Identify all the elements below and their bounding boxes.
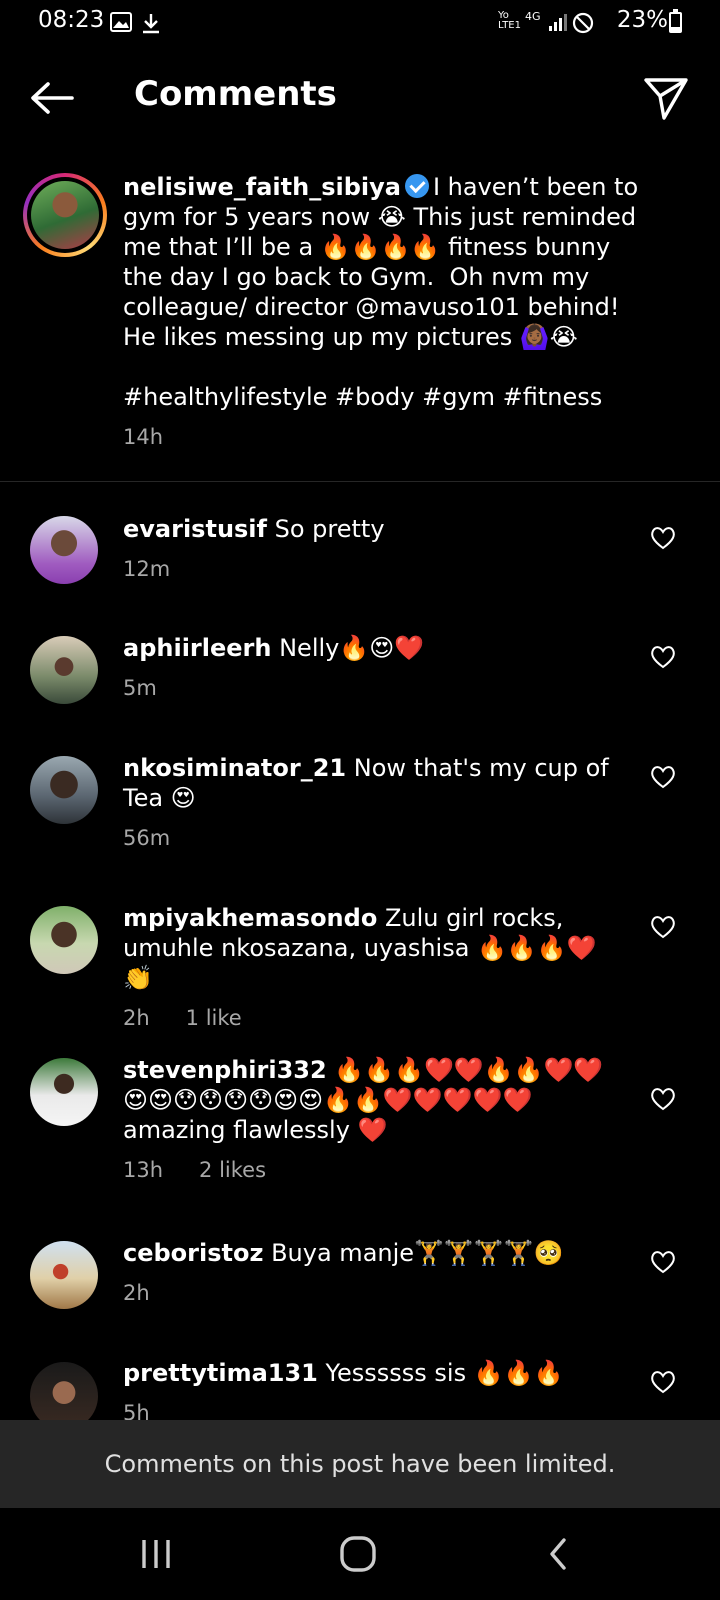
like-heart-icon[interactable]	[650, 1250, 676, 1274]
comment-likes[interactable]: 2 likes	[199, 1158, 266, 1182]
comment-username[interactable]: aphiirleerh	[123, 634, 271, 662]
commenter-avatar[interactable]	[30, 636, 98, 704]
like-heart-icon[interactable]	[650, 765, 676, 789]
post-caption: nelisiwe_faith_sibiya I haven’t been to g…	[0, 170, 720, 482]
like-heart-icon[interactable]	[650, 1370, 676, 1394]
like-heart-icon[interactable]	[650, 1087, 676, 1111]
app-header: Comments	[0, 58, 720, 138]
battery-percent: 23%	[616, 7, 668, 33]
like-heart-icon[interactable]	[650, 526, 676, 550]
commenter-avatar[interactable]	[30, 1058, 98, 1126]
comment-username[interactable]: evaristusif	[123, 515, 267, 543]
commenter-avatar[interactable]	[30, 1241, 98, 1309]
battery-icon	[669, 9, 682, 33]
comment-time: 56m	[123, 826, 171, 850]
comment-body: evaristusif So pretty 12m	[123, 514, 623, 584]
comment-body: ceboristoz Buya manje🏋️🏋️🏋️🏋️🥺 2h	[123, 1238, 623, 1308]
page-title: Comments	[134, 74, 337, 114]
comment-username[interactable]: prettytima131	[123, 1359, 318, 1387]
verified-badge-icon	[404, 174, 429, 198]
comment-body: prettytima131 Yessssss sis 🔥🔥🔥 5h	[123, 1358, 623, 1428]
comment-body: nkosiminator_21 Now that's my cup of Tea…	[123, 753, 623, 853]
comment-body: mpiyakhemasondo Zulu girl rocks, umuhle …	[123, 903, 623, 1033]
send-icon[interactable]	[642, 74, 690, 122]
comment-likes[interactable]: 1 like	[186, 1006, 242, 1030]
comment-body: aphiirleerh Nelly🔥😍❤️ 5m	[123, 633, 623, 703]
caption-body: nelisiwe_faith_sibiya I haven’t been to g…	[123, 172, 643, 352]
comment-time: 12m	[123, 557, 171, 581]
comment-text: Buya manje🏋️🏋️🏋️🏋️🥺	[271, 1239, 564, 1267]
comment-text: Yessssss sis 🔥🔥🔥	[325, 1359, 564, 1387]
comment-text: Nelly🔥😍❤️	[279, 634, 425, 662]
system-nav-bar	[0, 1508, 720, 1600]
status-bar: 08:23 Yo LTE1 4G 23%	[0, 0, 720, 46]
commenter-avatar[interactable]	[30, 516, 98, 584]
like-heart-icon[interactable]	[650, 915, 676, 939]
comment-time: 5m	[123, 676, 157, 700]
status-time: 08:23	[38, 7, 105, 33]
comment-time: 2h	[123, 1006, 150, 1030]
comment-body: stevenphiri332 🔥🔥🔥❤️❤️🔥🔥❤️❤️😍😍😯😯😯😯😍😍🔥🔥❤️…	[123, 1055, 623, 1185]
author-avatar-image	[31, 181, 99, 249]
image-icon	[110, 12, 132, 32]
caption-username[interactable]: nelisiwe_faith_sibiya	[123, 173, 401, 201]
like-heart-icon[interactable]	[650, 645, 676, 669]
comment-time: 2h	[123, 1281, 150, 1305]
comment-text: So pretty	[274, 515, 385, 543]
comment-time: 13h	[123, 1158, 164, 1182]
back-icon[interactable]	[546, 1532, 570, 1576]
comment-username[interactable]: mpiyakhemasondo	[123, 904, 377, 932]
download-icon	[143, 14, 159, 34]
comment-username[interactable]: ceboristoz	[123, 1239, 263, 1267]
do-not-disturb-icon	[572, 12, 594, 34]
comments-limited-notice: Comments on this post have been limited.	[0, 1420, 720, 1508]
caption-hashtags[interactable]: #healthylifestyle #body #gym #fitness	[123, 382, 602, 412]
author-avatar[interactable]	[23, 173, 107, 257]
comment-username[interactable]: nkosiminator_21	[123, 754, 346, 782]
comment-username[interactable]: stevenphiri332	[123, 1056, 327, 1084]
recent-apps-icon[interactable]	[138, 1532, 174, 1576]
commenter-avatar[interactable]	[30, 756, 98, 824]
network-type: 4G	[525, 10, 541, 23]
signal-icon	[549, 14, 567, 31]
home-icon[interactable]	[338, 1532, 378, 1576]
commenter-avatar[interactable]	[30, 906, 98, 974]
carrier-label: Yo LTE1	[498, 10, 521, 31]
caption-time: 14h	[123, 425, 164, 449]
battery-fill	[671, 27, 680, 31]
arrow-left-icon[interactable]	[28, 76, 76, 120]
